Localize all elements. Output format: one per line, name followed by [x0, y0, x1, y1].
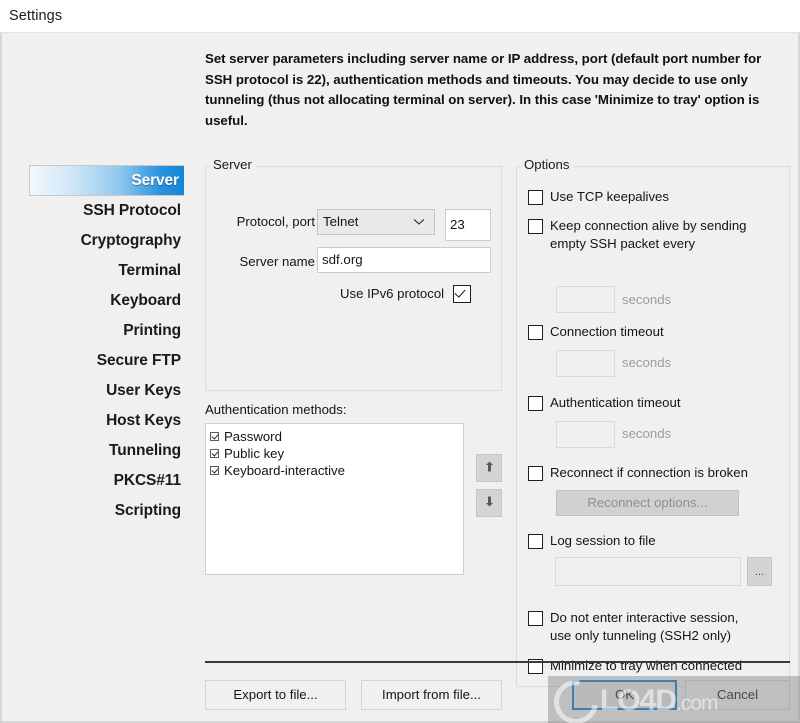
settings-sidebar: Server SSH Protocol Cryptography Termina…	[29, 165, 184, 526]
auth-methods-listbox[interactable]: Password Public key Keyboard-interactive	[205, 423, 464, 575]
reconnect-row[interactable]: Reconnect if connection is broken	[528, 464, 748, 482]
sidebar-item-ssh-protocol[interactable]: SSH Protocol	[29, 196, 184, 226]
reconnect-options-button[interactable]: Reconnect options...	[556, 490, 739, 516]
authentication-timeout-row[interactable]: Authentication timeout	[528, 394, 681, 412]
log-file-path-input[interactable]	[555, 557, 741, 586]
tcp-keepalives-row[interactable]: Use TCP keepalives	[528, 188, 669, 206]
settings-dialog: Set server parameters including server n…	[0, 33, 800, 723]
sidebar-item-printing[interactable]: Printing	[29, 316, 184, 346]
sidebar-item-user-keys[interactable]: User Keys	[29, 376, 184, 406]
list-item[interactable]: Public key	[210, 445, 463, 462]
sidebar-item-label: Printing	[123, 322, 181, 339]
no-interactive-checkbox[interactable]	[528, 611, 543, 626]
auth-method-label: Keyboard-interactive	[224, 463, 345, 478]
no-interactive-row[interactable]: Do not enter interactive session, use on…	[528, 609, 768, 644]
cancel-button[interactable]: Cancel	[685, 680, 790, 710]
import-from-file-button[interactable]: Import from file...	[361, 680, 502, 710]
sidebar-item-label: Cryptography	[80, 232, 182, 249]
protocol-selected-value: Telnet	[323, 214, 359, 229]
port-input[interactable]: 23	[445, 209, 491, 241]
log-session-label: Log session to file	[550, 533, 656, 548]
list-item[interactable]: Keyboard-interactive	[210, 462, 463, 479]
sidebar-item-label: PKCS#11	[113, 472, 181, 489]
auth-method-label: Password	[224, 429, 282, 444]
keep-alive-seconds-unit: seconds	[622, 292, 672, 307]
keep-alive-label: Keep connection alive by sending empty S…	[550, 218, 747, 251]
sidebar-item-server[interactable]: Server	[29, 165, 184, 196]
sidebar-item-secure-ftp[interactable]: Secure FTP	[29, 346, 184, 376]
arrow-down-icon	[485, 496, 494, 510]
auth-method-checkbox[interactable]	[210, 466, 219, 475]
keep-alive-checkbox[interactable]	[528, 219, 543, 234]
authentication-timeout-label: Authentication timeout	[550, 395, 681, 410]
auth-method-label: Public key	[224, 446, 285, 461]
ipv6-label: Use IPv6 protocol	[340, 286, 445, 301]
arrow-up-icon	[485, 461, 494, 475]
sidebar-item-label: Tunneling	[109, 442, 181, 459]
sidebar-item-label: Scripting	[114, 502, 181, 519]
auth-methods-caption: Authentication methods:	[205, 402, 347, 417]
authentication-timeout-input[interactable]	[556, 421, 615, 448]
keep-alive-row[interactable]: Keep connection alive by sending empty S…	[528, 217, 778, 252]
move-down-button[interactable]	[476, 489, 502, 517]
connection-timeout-unit: seconds	[622, 355, 672, 370]
browse-log-file-button[interactable]: ...	[747, 557, 772, 586]
sidebar-item-label: Server	[131, 172, 179, 189]
export-to-file-button[interactable]: Export to file...	[205, 680, 346, 710]
ipv6-checkbox-row[interactable]: Use IPv6 protocol	[340, 285, 472, 303]
tcp-keepalives-checkbox[interactable]	[528, 190, 543, 205]
connection-timeout-label: Connection timeout	[550, 324, 664, 339]
minimize-tray-label: Minimize to tray when connected	[550, 658, 743, 673]
connection-timeout-input[interactable]	[556, 350, 615, 377]
footer-divider	[205, 661, 790, 663]
authentication-timeout-checkbox[interactable]	[528, 396, 543, 411]
server-group-legend: Server	[210, 157, 256, 172]
sidebar-item-label: Keyboard	[110, 292, 181, 309]
sidebar-item-host-keys[interactable]: Host Keys	[29, 406, 184, 436]
reconnect-label: Reconnect if connection is broken	[550, 465, 748, 480]
chevron-down-icon	[412, 210, 426, 234]
tcp-keepalives-label: Use TCP keepalives	[550, 189, 669, 204]
window-title: Settings	[9, 8, 63, 24]
sidebar-item-scripting[interactable]: Scripting	[29, 496, 184, 526]
auth-method-checkbox[interactable]	[210, 449, 219, 458]
server-name-input[interactable]: sdf.org	[317, 247, 491, 273]
sidebar-item-label: Host Keys	[106, 412, 181, 429]
minimize-tray-row[interactable]: Minimize to tray when connected	[528, 657, 742, 675]
sidebar-item-keyboard[interactable]: Keyboard	[29, 286, 184, 316]
authentication-timeout-unit: seconds	[622, 426, 672, 441]
log-session-checkbox[interactable]	[528, 534, 543, 549]
sidebar-item-label: Secure FTP	[96, 352, 181, 369]
sidebar-item-label: SSH Protocol	[83, 202, 181, 219]
list-item[interactable]: Password	[210, 428, 463, 445]
title-bar: Settings	[0, 0, 800, 33]
server-group-box: Server	[205, 157, 502, 391]
sidebar-item-terminal[interactable]: Terminal	[29, 256, 184, 286]
log-session-row[interactable]: Log session to file	[528, 532, 656, 550]
sidebar-item-cryptography[interactable]: Cryptography	[29, 226, 184, 256]
connection-timeout-checkbox[interactable]	[528, 325, 543, 340]
protocol-select[interactable]: Telnet	[317, 209, 435, 235]
keep-alive-seconds-input[interactable]	[556, 286, 615, 313]
server-name-label: Server name	[239, 254, 316, 269]
connection-timeout-row[interactable]: Connection timeout	[528, 323, 664, 341]
page-description: Set server parameters including server n…	[205, 51, 762, 128]
move-up-button[interactable]	[476, 454, 502, 482]
auth-method-checkbox[interactable]	[210, 432, 219, 441]
ok-button[interactable]: OK	[572, 680, 677, 710]
reconnect-checkbox[interactable]	[528, 466, 543, 481]
sidebar-item-label: Terminal	[118, 262, 181, 279]
sidebar-item-label: User Keys	[106, 382, 181, 399]
sidebar-item-pkcs11[interactable]: PKCS#11	[29, 466, 184, 496]
no-interactive-label: Do not enter interactive session, use on…	[550, 610, 739, 643]
protocol-port-label: Protocol, port	[236, 214, 315, 229]
sidebar-item-tunneling[interactable]: Tunneling	[29, 436, 184, 466]
options-group-legend: Options	[521, 157, 574, 172]
ellipsis-icon: ...	[754, 565, 765, 578]
ipv6-checkbox[interactable]	[453, 285, 472, 303]
